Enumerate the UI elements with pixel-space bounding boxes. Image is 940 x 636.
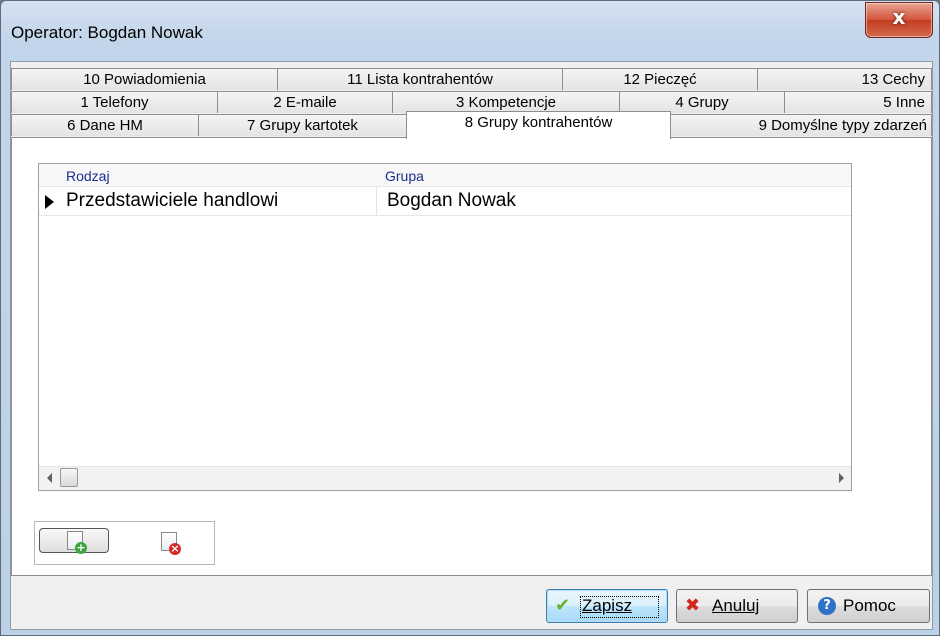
- column-header-rodzaj[interactable]: Rodzaj: [66, 168, 110, 184]
- tab-grupy-kartotek[interactable]: 7 Grupy kartotek: [198, 114, 407, 136]
- tab-pieczec[interactable]: 12 Pieczęć: [562, 68, 758, 90]
- horizontal-scrollbar[interactable]: [39, 466, 851, 490]
- check-icon: ✔: [555, 595, 571, 616]
- tab-e-maile[interactable]: 2 E-maile: [217, 91, 393, 113]
- tab-inne[interactable]: 5 Inne: [784, 91, 932, 113]
- grid-header: Rodzaj Grupa: [39, 164, 851, 187]
- tab-domyslne-typy-zdarzen[interactable]: 9 Domyślne typy zdarzeń: [670, 114, 932, 136]
- close-icon: x: [892, 5, 906, 29]
- title-bar[interactable]: Operator: Bogdan Nowak x: [1, 1, 939, 61]
- tab-cechy[interactable]: 13 Cechy: [757, 68, 932, 90]
- scroll-right-icon[interactable]: [839, 473, 844, 483]
- table-row[interactable]: Przedstawiciele handlowi Bogdan Nowak: [39, 187, 851, 216]
- cancel-x-icon: ✖: [685, 595, 701, 616]
- grid-toolbar: + ×: [34, 521, 215, 565]
- add-row-button[interactable]: +: [39, 528, 109, 554]
- save-button[interactable]: ✔ Zapisz: [546, 589, 668, 623]
- cell-rodzaj[interactable]: Przedstawiciele handlowi: [66, 190, 278, 212]
- help-button-label: Pomoc: [843, 596, 896, 615]
- plus-icon: +: [75, 541, 87, 554]
- tab-lista-kontrahentow[interactable]: 11 Lista kontrahentów: [277, 68, 563, 90]
- tab-dane-hm[interactable]: 6 Dane HM: [11, 114, 199, 136]
- client-area: 10 Powiadomienia 11 Lista kontrahentów 1…: [10, 61, 933, 630]
- cancel-button[interactable]: ✖ Anuluj: [676, 589, 798, 623]
- tab-telefony[interactable]: 1 Telefony: [11, 91, 218, 113]
- groups-grid[interactable]: Rodzaj Grupa Przedstawiciele handlowi Bo…: [38, 163, 852, 491]
- tab-powiadomienia[interactable]: 10 Powiadomienia: [11, 68, 278, 90]
- delete-document-icon: ×: [161, 532, 181, 555]
- window-title: Operator: Bogdan Nowak: [11, 23, 203, 42]
- cell-grupa[interactable]: Bogdan Nowak: [387, 190, 516, 212]
- tab-grupy[interactable]: 4 Grupy: [619, 91, 785, 113]
- dialog-window: Operator: Bogdan Nowak x 10 Powiadomieni…: [0, 0, 940, 636]
- scrollbar-thumb[interactable]: [60, 468, 78, 487]
- cancel-button-label: Anuluj: [712, 596, 760, 615]
- help-icon: ?: [818, 597, 836, 615]
- save-button-label: Zapisz: [582, 596, 633, 615]
- column-header-grupa[interactable]: Grupa: [385, 168, 424, 184]
- tab-grupy-kontrahentow[interactable]: 8 Grupy kontrahentów: [406, 111, 671, 139]
- tab-row-1: 10 Powiadomienia 11 Lista kontrahentów 1…: [11, 68, 932, 91]
- scroll-left-icon[interactable]: [47, 473, 52, 483]
- help-button[interactable]: ? Pomoc: [807, 589, 930, 623]
- tab-kompetencje[interactable]: 3 Kompetencje: [392, 91, 620, 113]
- remove-icon: ×: [169, 542, 181, 555]
- delete-row-button[interactable]: ×: [143, 528, 193, 555]
- row-indicator-icon: [45, 195, 54, 209]
- tab-row-3: 6 Dane HM 7 Grupy kartotek 8 Grupy kontr…: [11, 111, 932, 139]
- add-document-icon: +: [67, 531, 87, 554]
- close-button[interactable]: x: [865, 2, 933, 38]
- column-divider: [376, 187, 377, 215]
